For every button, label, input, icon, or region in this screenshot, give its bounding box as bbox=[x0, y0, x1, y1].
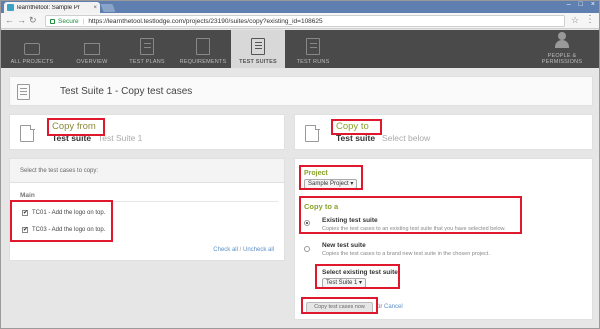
close-icon[interactable]: × bbox=[93, 5, 97, 11]
document-icon bbox=[305, 124, 320, 142]
copy-to-a-label: Copy to a bbox=[304, 202, 339, 211]
divider bbox=[18, 201, 278, 202]
uncheck-all-link[interactable]: Uncheck all bbox=[243, 247, 274, 253]
link-separator: / bbox=[239, 247, 242, 253]
checkbox[interactable]: ✔ bbox=[22, 210, 28, 216]
window-close-icon[interactable]: × bbox=[591, 1, 595, 8]
cancel-link[interactable]: Cancel bbox=[384, 304, 403, 310]
lock-icon bbox=[50, 18, 55, 24]
back-icon[interactable]: ← bbox=[5, 15, 14, 25]
nav-test-suites[interactable]: TEST SUITES bbox=[231, 30, 285, 68]
address-bar[interactable]: Secure | https://learnthetool.testlodge.… bbox=[45, 15, 565, 27]
project-label: Project bbox=[304, 170, 328, 177]
nav-test-runs[interactable]: TEST RUNS bbox=[285, 30, 341, 68]
folder-icon bbox=[24, 43, 40, 55]
check-links: Check all / Uncheck all bbox=[213, 247, 274, 253]
document-icon bbox=[196, 38, 210, 55]
minimize-icon[interactable]: – bbox=[567, 1, 571, 8]
url-separator: | bbox=[82, 17, 85, 25]
existing-suite-select[interactable]: Test Suite 1 ▾ bbox=[322, 278, 367, 288]
nav-label: OVERVIEW bbox=[76, 59, 108, 65]
check-all-link[interactable]: Check all bbox=[213, 247, 238, 253]
monitor-icon bbox=[84, 43, 100, 55]
forward-icon[interactable]: → bbox=[17, 15, 26, 25]
tab-strip: learnthetool: Sample Pr × – □ × bbox=[1, 1, 599, 13]
or-text: or bbox=[377, 304, 383, 310]
reload-icon[interactable]: ↻ bbox=[29, 15, 37, 26]
document-icon bbox=[251, 38, 265, 55]
select-existing-label: Select existing test suite bbox=[322, 269, 398, 276]
existing-suite-radio[interactable] bbox=[304, 220, 310, 226]
page-title-bar: Test Suite 1 - Copy test cases bbox=[9, 76, 593, 106]
tab-title: learnthetool: Sample Pr bbox=[17, 4, 80, 11]
nav-requirements[interactable]: REQUIREMENTS bbox=[175, 30, 231, 68]
nav-label: REQUIREMENTS bbox=[179, 59, 227, 65]
new-tab-button[interactable] bbox=[100, 4, 116, 12]
test-case-label: TC03 - Add the logo on top. bbox=[32, 227, 106, 233]
nav-test-plans[interactable]: TEST PLANS bbox=[119, 30, 175, 68]
copy-from-type: Test suite bbox=[52, 133, 92, 143]
page-title: Test Suite 1 - Copy test cases bbox=[60, 86, 193, 97]
existing-suite-desc: Copies the test cases to an existing tes… bbox=[322, 226, 506, 232]
copy-to-header: Copy to Test suite Select below bbox=[294, 114, 593, 150]
new-suite-title: New test suite bbox=[322, 242, 366, 249]
picker-instructions: Select the test cases to copy: bbox=[10, 159, 284, 183]
test-case-picker: Select the test cases to copy: Main ✔ TC… bbox=[9, 158, 285, 261]
app-nav: ALL PROJECTS OVERVIEW TEST PLANS REQUIRE… bbox=[1, 30, 599, 68]
document-icon bbox=[306, 38, 320, 55]
copy-to-label: Copy to bbox=[336, 121, 369, 132]
nav-people-permissions[interactable]: PEOPLE & PERMISSIONS bbox=[531, 30, 593, 68]
browser-menu-icon[interactable]: ⋮ bbox=[585, 14, 595, 25]
nav-label: TEST PLANS bbox=[129, 59, 165, 65]
copy-to-hint: Select below bbox=[382, 133, 431, 143]
existing-suite-title: Existing test suite bbox=[322, 217, 378, 224]
new-suite-desc: Copies the test cases to a brand new tes… bbox=[322, 251, 490, 257]
browser-tab[interactable]: learnthetool: Sample Pr × bbox=[4, 2, 100, 13]
favicon-icon bbox=[7, 4, 14, 11]
url-text: https://learnthetool.testlodge.com/proje… bbox=[88, 17, 323, 25]
document-icon bbox=[140, 38, 154, 55]
document-icon bbox=[20, 124, 35, 142]
nav-label: PEOPLE & PERMISSIONS bbox=[541, 53, 583, 65]
window-controls: – □ × bbox=[567, 1, 595, 8]
new-suite-radio[interactable] bbox=[304, 246, 310, 252]
test-case-label: TC01 - Add the logo on top. bbox=[32, 210, 106, 216]
maximize-icon[interactable]: □ bbox=[579, 1, 583, 8]
copy-to-type: Test suite bbox=[336, 133, 376, 143]
nav-label: ALL PROJECTS bbox=[10, 59, 54, 65]
nav-label: TEST SUITES bbox=[239, 59, 277, 65]
bookmark-star-icon[interactable]: ☆ bbox=[571, 15, 579, 26]
project-select[interactable]: Sample Project ▾ bbox=[304, 179, 358, 189]
checkbox[interactable]: ✔ bbox=[22, 227, 28, 233]
nav-label: TEST RUNS bbox=[296, 59, 330, 65]
test-suite-icon bbox=[17, 84, 30, 100]
copy-test-cases-button[interactable]: Copy test cases now bbox=[306, 302, 373, 313]
person-icon bbox=[555, 32, 569, 49]
list-item[interactable]: ✔ TC03 - Add the logo on top. bbox=[22, 227, 105, 233]
nav-all-projects[interactable]: ALL PROJECTS bbox=[5, 30, 59, 68]
copy-from-label: Copy from bbox=[52, 121, 96, 132]
or-cancel: or Cancel bbox=[377, 304, 403, 310]
group-title: Main bbox=[20, 192, 35, 199]
copy-from-header: Copy from Test suite Test Suite 1 bbox=[9, 114, 285, 150]
browser-toolbar: ← → ↻ Secure | https://learnthetool.test… bbox=[1, 13, 599, 29]
secure-label: Secure bbox=[58, 17, 79, 25]
nav-overview[interactable]: OVERVIEW bbox=[65, 30, 119, 68]
list-item[interactable]: ✔ TC01 - Add the logo on top. bbox=[22, 210, 105, 216]
copy-from-suite-name: Test Suite 1 bbox=[98, 133, 143, 143]
browser-window: learnthetool: Sample Pr × – □ × ← → ↻ Se… bbox=[0, 0, 600, 329]
copy-destination-form: Project Sample Project ▾ Copy to a Exist… bbox=[294, 158, 593, 320]
